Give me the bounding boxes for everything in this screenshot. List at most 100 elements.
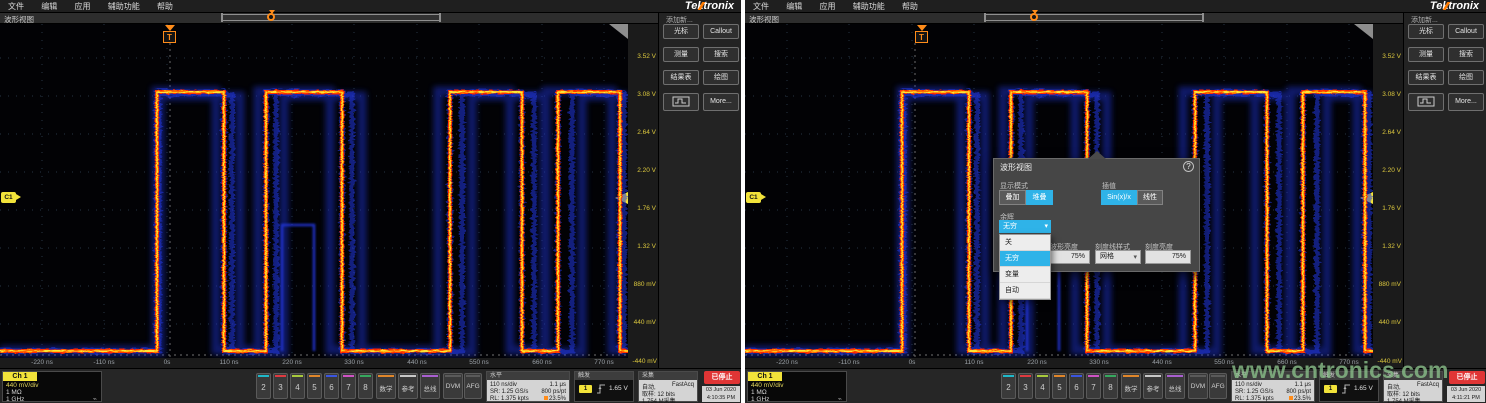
graticule-style-select[interactable]: 网格 ▾ [1095, 250, 1141, 264]
waveform-display[interactable]: T C1 [0, 24, 628, 358]
callout-button[interactable]: Callout [1448, 24, 1484, 39]
display-settings-button[interactable] [663, 93, 699, 111]
search-button[interactable]: 搜索 [1448, 47, 1484, 62]
datetime-display: 03 Jun 2020 4:11:21 PM [1447, 386, 1485, 402]
trigger-position-marker-icon[interactable] [267, 13, 275, 21]
menu-utility[interactable]: 辅助功能 [853, 0, 885, 13]
menu-applications[interactable]: 应用 [819, 0, 835, 13]
acquisition-badge[interactable]: 采集 自动, FastAcq 取样: 12 bits 1.754 M采集 [638, 371, 698, 402]
horizontal-badge[interactable]: 水平 110 ns/div 1.1 μs SR: 1.25 GS/s 800 p… [486, 371, 570, 402]
trigger-badge[interactable]: 触发 1 1.65 V [574, 371, 634, 402]
stacked-toggle[interactable]: 堆叠 [1026, 190, 1053, 205]
bus-button[interactable]: 总线 [420, 373, 440, 399]
sinx-toggle[interactable]: Sin(x)/x [1101, 190, 1137, 205]
menu-file[interactable]: 文件 [753, 0, 769, 13]
measure-button[interactable]: 测量 [1408, 47, 1444, 62]
channel-button[interactable]: 5 [307, 373, 322, 399]
dropdown-option-infinite[interactable]: 无穷 [1000, 251, 1050, 267]
trigger-flag[interactable]: T [915, 31, 928, 43]
math-button[interactable]: 数学 [376, 373, 396, 399]
linear-toggle[interactable]: 线性 [1137, 190, 1163, 205]
channel-button[interactable]: 7 [341, 373, 356, 399]
search-button[interactable]: 搜索 [703, 47, 739, 62]
trigger-position-marker-icon[interactable] [1030, 13, 1038, 21]
more-button[interactable]: More... [1448, 93, 1484, 111]
dropdown-option-off[interactable]: 关 [1000, 235, 1050, 251]
plot-button[interactable]: 绘图 [1448, 70, 1484, 85]
menu-edit[interactable]: 编辑 [786, 0, 802, 13]
y-tick-label: 3.52 V [637, 53, 656, 60]
dropdown-option-auto[interactable]: 自动 [1000, 283, 1050, 299]
dvm-button[interactable]: DVM [1188, 373, 1208, 399]
channel-button[interactable]: 2 [256, 373, 271, 399]
trigger-flag[interactable]: T [163, 31, 176, 43]
graticule-intensity-field[interactable]: 75% [1145, 250, 1191, 264]
dropdown-option-variable[interactable]: 变量 [1000, 267, 1050, 283]
channel-button[interactable]: 5 [1052, 373, 1067, 399]
more-button[interactable]: More... [703, 93, 739, 111]
acquisition-window-indicator[interactable] [985, 14, 1203, 21]
afg-button[interactable]: AFG [1209, 373, 1227, 399]
zoom-corner-handle-icon[interactable] [1354, 24, 1373, 39]
menu-help[interactable]: 帮助 [902, 0, 918, 13]
run-stop-button[interactable]: 已停止 [1449, 371, 1485, 384]
y-tick-label: 1.76 V [1382, 205, 1401, 212]
channel-button[interactable]: 8 [358, 373, 373, 399]
ref-button[interactable]: 参考 [398, 373, 418, 399]
channel1-badge[interactable]: Ch 1 440 mV/div 1 MΩ 1 GHz ⌁ [747, 371, 847, 402]
persistence-dropdown-list: 关 无穷 变量 自动 [999, 234, 1051, 300]
x-tick-label: 0s [164, 359, 171, 366]
x-tick-label: 660 ns [532, 359, 552, 366]
results-table-button[interactable]: 结果表 [1408, 70, 1444, 85]
menu-bar: 文件 编辑 应用 辅助功能 帮助 Tektronix [745, 0, 1486, 13]
plot-button[interactable]: 绘图 [703, 70, 739, 85]
menu-edit[interactable]: 编辑 [41, 0, 57, 13]
module-color-stripe [1123, 375, 1139, 377]
results-table-button[interactable]: 结果表 [663, 70, 699, 85]
channel-button[interactable]: 7 [1086, 373, 1101, 399]
channel-button[interactable]: 3 [273, 373, 288, 399]
ref-button[interactable]: 参考 [1143, 373, 1163, 399]
dialog-pointer-icon [1088, 151, 1106, 159]
bus-button[interactable]: 总线 [1165, 373, 1185, 399]
persistence-select[interactable]: 无穷 ▾ [999, 220, 1051, 233]
afg-button[interactable]: AFG [464, 373, 482, 399]
help-icon[interactable]: ? [1183, 161, 1194, 172]
channel1-position-marker[interactable]: C1 [1, 192, 16, 203]
channel-button[interactable]: 3 [1018, 373, 1033, 399]
wave-intensity-field[interactable]: 75% [1050, 250, 1090, 264]
y-tick-label: 1.32 V [1382, 243, 1401, 250]
channel-button[interactable]: 2 [1001, 373, 1016, 399]
position-dot-icon [544, 396, 548, 400]
channel-button[interactable]: 6 [1069, 373, 1084, 399]
cursor-button[interactable]: 光标 [663, 24, 699, 39]
menu-help[interactable]: 帮助 [157, 0, 173, 13]
channel-button[interactable]: 4 [1035, 373, 1050, 399]
module-color-stripe [422, 375, 438, 377]
x-tick-label: 440 ns [1152, 359, 1172, 366]
dvm-button[interactable]: DVM [443, 373, 463, 399]
channel1-badge[interactable]: Ch 1 440 mV/div 1 MΩ 1 GHz ⌁ [2, 371, 102, 402]
channel1-bandwidth: 1 GHz [751, 396, 769, 403]
channel-button[interactable]: 6 [324, 373, 339, 399]
menu-file[interactable]: 文件 [8, 0, 24, 13]
horizontal-window: 1.1 μs [550, 382, 566, 388]
display-settings-button[interactable] [1408, 93, 1444, 111]
zoom-corner-handle-icon[interactable] [609, 24, 628, 39]
chevron-down-icon: ▾ [1133, 252, 1137, 264]
math-button[interactable]: 数学 [1121, 373, 1141, 399]
channel-button[interactable]: 4 [290, 373, 305, 399]
x-tick-label: 550 ns [1214, 359, 1234, 366]
measure-button[interactable]: 测量 [663, 47, 699, 62]
acquisition-window-indicator[interactable] [222, 14, 440, 21]
callout-button[interactable]: Callout [703, 24, 739, 39]
menu-utility[interactable]: 辅助功能 [108, 0, 140, 13]
channel1-position-marker[interactable]: C1 [746, 192, 761, 203]
time-label: 4:11:21 PM [1452, 395, 1480, 401]
channel-button[interactable]: 8 [1103, 373, 1118, 399]
menu-applications[interactable]: 应用 [74, 0, 90, 13]
overlay-toggle[interactable]: 叠加 [999, 190, 1026, 205]
run-stop-button[interactable]: 已停止 [704, 371, 740, 384]
cursor-button[interactable]: 光标 [1408, 24, 1444, 39]
trigger-position-percent: 23.5% [544, 396, 566, 402]
